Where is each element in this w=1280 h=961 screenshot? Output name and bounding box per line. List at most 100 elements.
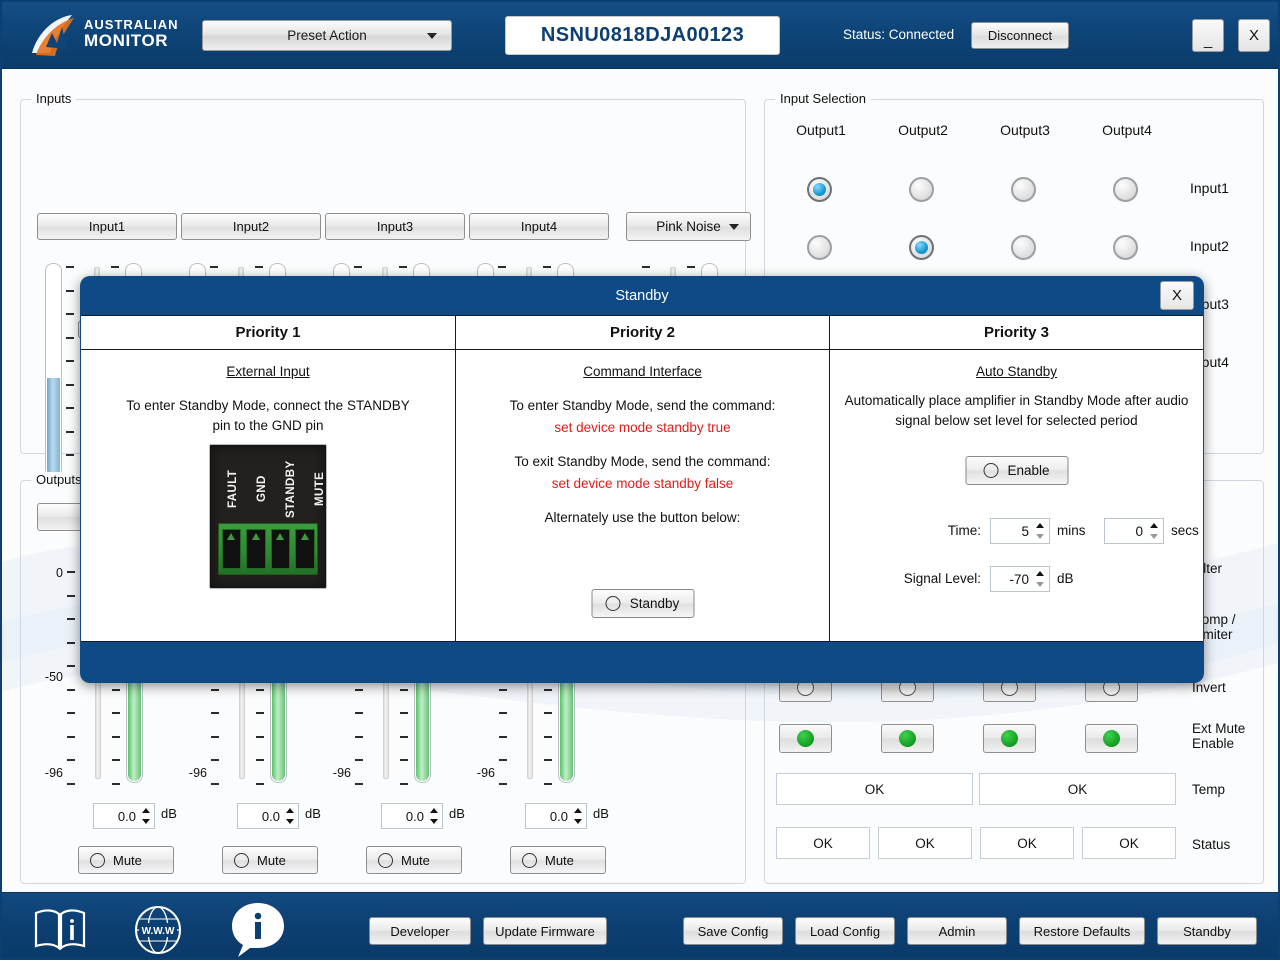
output-mute-label-3: Mute <box>401 853 430 868</box>
standby-dialog-title: Standby <box>80 276 1204 315</box>
input-level-meter-1 <box>45 263 62 478</box>
input-selection-radio-out4-in2[interactable] <box>1113 235 1138 260</box>
priority-2-enter-command: set device mode standby true <box>456 420 829 435</box>
input-button-1[interactable]: Input1 <box>37 213 177 240</box>
channel-status-box-4: OK <box>1082 827 1176 859</box>
info-icon[interactable] <box>228 900 288 961</box>
output-gain-arrows-2[interactable] <box>283 804 298 828</box>
scale-label-96-2: -96 <box>173 766 207 780</box>
signal-level-stepper[interactable]: -70 <box>990 566 1050 592</box>
scale-label-96-3: -96 <box>317 766 351 780</box>
admin-button[interactable]: Admin <box>907 917 1007 945</box>
output-gain-arrows-1[interactable] <box>139 804 154 828</box>
output-gain-stepper-2[interactable]: 0.0 <box>237 803 299 829</box>
priority-1-column: Priority 1 External Input To enter Stand… <box>81 316 455 641</box>
channel-status-box-2: OK <box>878 827 972 859</box>
time-mins-stepper[interactable]: 5 <box>990 518 1050 544</box>
ext-mute-enable-button-3[interactable] <box>983 724 1036 753</box>
signal-level-label: Signal Level: <box>852 571 981 586</box>
ext-mute-enable-button-2[interactable] <box>881 724 934 753</box>
status-row-label: Status <box>1192 837 1230 852</box>
channel-status-value-3: OK <box>1017 836 1037 851</box>
australian-monitor-logo: AUSTRALIAN MONITOR <box>28 13 178 59</box>
priority-1-subtitle: External Input <box>81 364 455 379</box>
disconnect-label: Disconnect <box>988 28 1052 43</box>
input-selection-column-2: Output2 <box>878 122 968 138</box>
output-gain-stepper-4[interactable]: 0.0 <box>525 803 587 829</box>
signal-level-value: -70 <box>991 572 1033 587</box>
auto-standby-enable-button[interactable]: Enable <box>965 456 1068 485</box>
input-selection-title: Input Selection <box>775 91 871 106</box>
output-mute-button-3[interactable]: Mute <box>366 846 462 874</box>
temp-status-box-2: OK <box>979 773 1176 805</box>
output-mute-button-4[interactable]: Mute <box>510 846 606 874</box>
input-selection-radio-out2-in1[interactable] <box>909 177 934 202</box>
device-id-field[interactable]: NSNU0818DJA00123 <box>505 16 780 55</box>
save-config-button[interactable]: Save Config <box>683 917 783 945</box>
load-config-button[interactable]: Load Config <box>795 917 895 945</box>
minimize-icon: _ <box>1204 32 1212 49</box>
input-selection-radio-out2-in2[interactable] <box>909 235 934 260</box>
restore-defaults-button[interactable]: Restore Defaults <box>1019 917 1145 945</box>
manual-icon[interactable] <box>32 905 88 956</box>
output-gain-stepper-3[interactable]: 0.0 <box>381 803 443 829</box>
input-selection-column-4: Output4 <box>1082 122 1172 138</box>
led-on-icon <box>1103 730 1120 747</box>
output-gain-arrows-3[interactable] <box>427 804 442 828</box>
mute-led-icon-4 <box>522 853 537 868</box>
load-config-label: Load Config <box>810 924 880 939</box>
developer-button[interactable]: Developer <box>369 917 471 945</box>
svg-text:MONITOR: MONITOR <box>84 31 168 50</box>
output-gain-value-1: 0.0 <box>94 809 139 824</box>
output-mute-button-2[interactable]: Mute <box>222 846 318 874</box>
output-gain-unit-1: dB <box>161 806 177 821</box>
preset-action-label: Preset Action <box>287 28 367 43</box>
input-selection-radio-out3-in2[interactable] <box>1011 235 1036 260</box>
admin-label: Admin <box>939 924 976 939</box>
input-button-4-label: Input4 <box>521 219 557 234</box>
input-selection-column-3: Output3 <box>980 122 1070 138</box>
auto-standby-enable-label: Enable <box>1007 463 1049 478</box>
minimize-button[interactable]: _ <box>1192 19 1224 52</box>
preset-action-dropdown[interactable]: Preset Action <box>202 20 452 51</box>
input-button-3[interactable]: Input3 <box>325 213 465 240</box>
close-window-button[interactable]: X <box>1238 19 1270 52</box>
signal-level-arrows[interactable] <box>1033 567 1049 591</box>
www-icon[interactable]: W.W.W <box>132 905 184 958</box>
connector-pin-fault: FAULT <box>210 451 239 529</box>
update-firmware-label: Update Firmware <box>495 924 595 939</box>
disconnect-button[interactable]: Disconnect <box>971 22 1069 49</box>
svg-text:AUSTRALIAN: AUSTRALIAN <box>84 17 178 32</box>
scale-label-0-1: 0 <box>29 566 63 580</box>
ext-mute-row-label: Ext Mute Enable <box>1192 721 1245 751</box>
modal-standby-button[interactable]: Standby <box>591 589 694 618</box>
application-window: AUSTRALIAN MONITOR Preset Action NSNU081… <box>0 0 1280 960</box>
noise-source-dropdown[interactable]: Pink Noise <box>626 212 751 241</box>
ext-mute-enable-button-1[interactable] <box>779 724 832 753</box>
priority-1-header: Priority 1 <box>81 316 455 350</box>
standby-footer-label: Standby <box>1183 924 1231 939</box>
connection-status: Status: Connected <box>843 27 954 42</box>
time-secs-stepper[interactable]: 0 <box>1104 518 1164 544</box>
standby-dialog-close-button[interactable]: X <box>1160 281 1194 310</box>
standby-connector-image: FAULT GND STANDBY MUTE <box>209 444 327 589</box>
ext-mute-enable-button-4[interactable] <box>1085 724 1138 753</box>
input-button-2[interactable]: Input2 <box>181 213 321 240</box>
input-selection-radio-out1-in1[interactable] <box>807 177 832 202</box>
scale-label-96-1: -96 <box>29 766 63 780</box>
output-mute-button-1[interactable]: Mute <box>78 846 174 874</box>
input-selection-radio-out3-in1[interactable] <box>1011 177 1036 202</box>
update-firmware-button[interactable]: Update Firmware <box>483 917 607 945</box>
time-secs-arrows[interactable] <box>1147 519 1163 543</box>
output-gain-stepper-1[interactable]: 0.0 <box>93 803 155 829</box>
channel-status-value-4: OK <box>1119 836 1139 851</box>
time-mins-arrows[interactable] <box>1033 519 1049 543</box>
signal-level-unit: dB <box>1057 571 1074 586</box>
input-selection-radio-out4-in1[interactable] <box>1113 177 1138 202</box>
time-secs-value: 0 <box>1105 524 1147 539</box>
input-selection-radio-out1-in2[interactable] <box>807 235 832 260</box>
input-button-4[interactable]: Input4 <box>469 213 609 240</box>
output-gain-arrows-4[interactable] <box>571 804 586 828</box>
standby-button-footer[interactable]: Standby <box>1157 917 1257 945</box>
output-gain-value-3: 0.0 <box>382 809 427 824</box>
